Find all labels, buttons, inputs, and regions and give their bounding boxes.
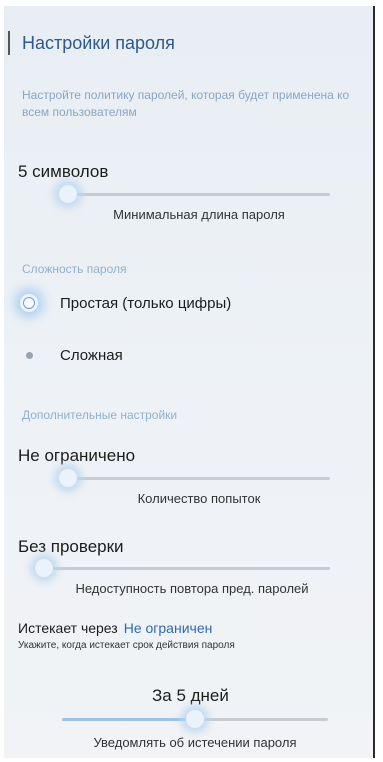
radio-simple-label: Простая (только цифры) [60, 294, 232, 312]
title-accent-bar [8, 31, 10, 55]
slider-thumb[interactable] [35, 559, 53, 577]
expiration-link[interactable]: Не ограничен [124, 620, 213, 636]
page-title: Настройки пароля [22, 33, 175, 53]
extra-section-title: Дополнительные настройки [22, 408, 178, 422]
radio-complex-label: Сложная [60, 346, 123, 364]
min-length-value: 5 символов [18, 162, 109, 181]
history-caption: Недоступность повтора пред. паролей [75, 581, 309, 596]
expiration-prefix: Истекает через [18, 620, 118, 636]
panel-edge [373, 6, 375, 758]
radio-complex[interactable]: Сложная [20, 340, 123, 370]
notify-caption: Уведомлять об истечении пароля [93, 735, 297, 750]
slider-track [68, 193, 330, 196]
attempts-value: Не ограничено [18, 446, 136, 465]
slider-thumb[interactable] [186, 710, 204, 728]
radio-simple[interactable]: Простая (только цифры) [20, 288, 231, 318]
slider-thumb[interactable] [59, 469, 77, 487]
complexity-section-title: Сложность пароля [22, 262, 127, 276]
slider-fill [62, 718, 195, 721]
page-description: Настройте политику паролей, которая буде… [22, 88, 350, 119]
slider-track [44, 567, 330, 570]
slider-thumb[interactable] [59, 185, 77, 203]
history-value: Без проверки [18, 537, 124, 556]
slider-track [68, 477, 330, 480]
radio-unchecked-icon [20, 346, 38, 364]
expiration-hint: Укажите, когда истекает срок действия па… [18, 640, 235, 651]
expiration-row: Истекает через Не ограничен [18, 620, 212, 636]
notify-value: За 5 дней [152, 686, 229, 705]
attempts-caption: Количество попыток [137, 491, 261, 506]
notify-slider[interactable] [62, 708, 328, 732]
min-length-slider[interactable] [59, 183, 330, 207]
attempts-slider[interactable] [59, 467, 330, 491]
radio-checked-icon [20, 294, 38, 312]
min-length-caption: Минимальная длина пароля [113, 207, 285, 222]
history-slider[interactable] [35, 557, 330, 581]
